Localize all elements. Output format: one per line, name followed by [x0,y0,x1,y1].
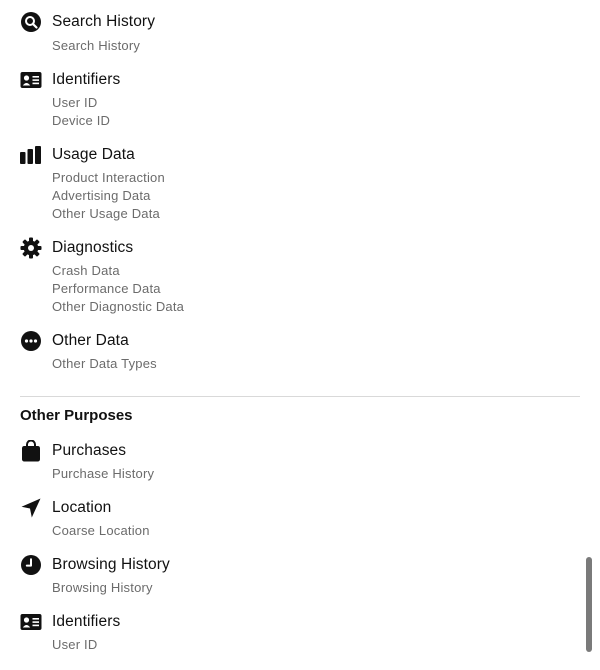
data-type-item: Performance Data [52,281,161,296]
data-type-item: Purchase History [52,466,155,481]
category-title: Diagnostics [52,239,134,256]
id-card-icon [20,611,42,633]
bag-icon [20,440,42,462]
data-type-item: Crash Data [52,263,120,278]
section-title-other-purposes: Other Purposes [20,407,133,424]
section-divider [20,396,580,397]
data-type-item: Other Usage Data [52,206,160,221]
category-title: Browsing History [52,556,170,573]
more-icon [20,330,42,352]
data-type-item: Other Data Types [52,356,157,371]
data-type-item: Browsing History [52,580,153,595]
data-type-item: User ID [52,95,98,110]
bar-chart-icon [20,144,42,166]
location-arrow-icon [20,497,42,519]
vertical-scrollbar[interactable] [586,557,592,652]
search-icon [20,11,42,33]
category-title: Usage Data [52,146,135,163]
data-type-item: Product Interaction [52,170,165,185]
data-type-item: Other Diagnostic Data [52,299,185,314]
category-title: Identifiers [52,71,121,88]
gear-icon [20,237,42,259]
category-title: Identifiers [52,613,121,630]
data-type-item: User ID [52,637,98,652]
data-type-item: Device ID [52,113,111,128]
data-type-item: Search History [52,38,141,53]
category-title: Search History [52,13,156,30]
category-title: Other Data [52,332,129,349]
category-title: Purchases [52,442,127,459]
data-type-item: Coarse Location [52,523,150,538]
clock-icon [20,554,42,576]
category-title: Location [52,499,112,516]
id-card-icon [20,69,42,91]
data-type-item: Advertising Data [52,188,151,203]
